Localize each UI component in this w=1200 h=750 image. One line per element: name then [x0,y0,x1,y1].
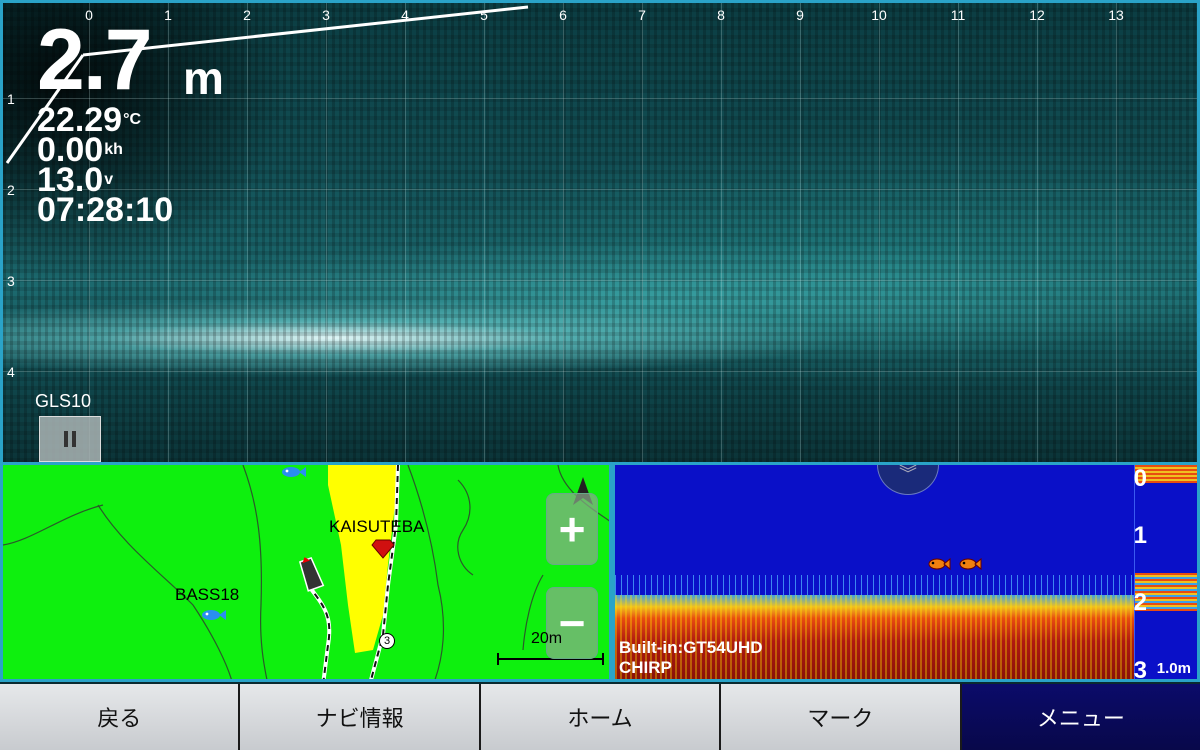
pause-icon [64,431,68,447]
menu-button[interactable]: メニュー [961,684,1200,750]
pause-icon [72,431,76,447]
grid-line [879,3,880,462]
bottom-nav-bar: 戻る ナビ情報 ホーム マーク メニュー [0,684,1200,750]
grid-line [800,3,801,462]
route-marker: 3 [379,633,395,649]
depth-readout: 2.7 [37,12,153,108]
grid-line [1037,3,1038,462]
fish-waypoint-icon[interactable] [279,465,307,479]
voltage-unit: v [104,171,114,188]
grid-line [958,3,959,462]
chevron-down-icon: ︾ [899,464,917,484]
zoom-out-button[interactable]: − [546,587,598,659]
x-tick-label: 11 [950,7,966,23]
transducer-info: Built-in:GT54UHD CHIRP [619,638,763,678]
y-tick-label: 3 [7,273,15,289]
speed-unit: kh [104,141,123,158]
transducer-name: Built-in:GT54UHD [619,638,763,657]
diamond-waypoint-icon[interactable] [370,539,396,559]
navi-info-button[interactable]: ナビ情報 [240,684,479,750]
traditional-sonar-view[interactable]: ︾ 0 1 2 3 1.0m Built-in:GT54UHD CHIRP [612,462,1200,682]
zoom-in-button[interactable]: + [546,493,598,565]
grid-line [1116,3,1117,462]
grid-line [3,280,1197,281]
livescope-sonar-view[interactable]: 0 1 2 3 4 5 6 7 8 9 10 11 12 13 1 2 3 4 … [0,0,1200,462]
zoom-scale-label: 1.0m [1156,660,1191,677]
map-scale-label: 20m [531,630,563,647]
home-button[interactable]: ホーム [480,684,720,750]
depth-tick-label: 0 [1133,465,1147,492]
sonar-mode: CHIRP [619,658,672,677]
y-tick-label: 1 [7,91,15,107]
back-button[interactable]: 戻る [0,684,239,750]
depth-tick-label: 3 [1133,657,1147,682]
waypoint-label-kaisuteba[interactable]: KAISUTEBA [329,517,424,537]
y-tick-label: 2 [7,182,15,198]
x-tick-label: 12 [1029,7,1045,23]
grid-line [642,3,643,462]
x-tick-label: 6 [559,7,567,23]
collapse-panel-button[interactable]: ︾ [877,464,939,495]
y-tick-label: 4 [7,364,15,380]
x-tick-label: 7 [638,7,646,23]
x-tick-label: 1 [164,7,172,23]
gain-label: GLS10 [35,391,92,411]
x-tick-label: 3 [322,7,330,23]
grid-line [721,3,722,462]
boat-position-icon [298,556,325,592]
a-scope-column [1134,465,1197,679]
x-tick-label: 5 [480,7,488,23]
mark-button[interactable]: マーク [721,684,960,750]
fish-symbol-icon [928,557,951,571]
shallow-area [328,465,398,653]
water-temp-unit: °C [123,111,142,128]
grid-line [3,189,1197,190]
fish-symbol-icon [959,557,982,571]
chart-map-view[interactable]: BASS18 KAISUTEBA 3 + − 20m [0,462,612,682]
pause-button[interactable] [39,416,101,462]
depth-tick-label: 1 [1133,522,1147,549]
fish-waypoint-icon[interactable] [199,607,227,623]
waypoint-label-bass18[interactable]: BASS18 [175,585,239,605]
x-tick-label: 4 [401,7,409,23]
grid-line [3,371,1197,372]
x-tick-label: 13 [1108,7,1124,23]
depth-unit: m [183,52,224,104]
x-tick-label: 2 [243,7,251,23]
grid-line [563,3,564,462]
depth-tick-label: 2 [1133,589,1147,616]
time-readout: 07:28:10 [37,191,174,229]
x-tick-label: 9 [796,7,804,23]
x-tick-label: 8 [717,7,725,23]
x-tick-label: 10 [871,7,887,23]
